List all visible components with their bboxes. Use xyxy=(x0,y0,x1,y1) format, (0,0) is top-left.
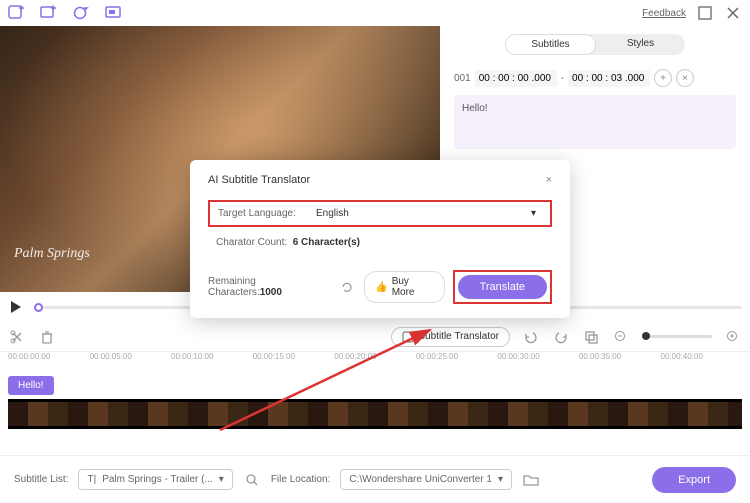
new-file-icon[interactable] xyxy=(8,4,26,22)
subtitle-index: 001 xyxy=(454,73,471,84)
subtitle-tabs: Subtitles Styles xyxy=(505,34,685,55)
subtitle-text-area[interactable]: Hello! xyxy=(454,95,736,149)
close-icon[interactable] xyxy=(724,4,742,22)
char-count-value: 6 Character(s) xyxy=(293,237,360,248)
chevron-down-icon: ▾ xyxy=(498,474,503,485)
modal-close-button[interactable]: × xyxy=(546,174,552,186)
zoom-slider[interactable] xyxy=(642,335,712,338)
search-icon[interactable] xyxy=(243,471,261,489)
chevron-down-icon: ▾ xyxy=(531,208,536,219)
subtitle-list-label: Subtitle List: xyxy=(14,474,68,485)
refresh-icon[interactable] xyxy=(72,4,90,22)
char-count-label: Charator Count: xyxy=(216,237,287,248)
refresh-count-icon[interactable] xyxy=(339,278,357,296)
chevron-down-icon: ▾ xyxy=(219,474,224,485)
target-language-select[interactable]: English ▾ xyxy=(310,208,542,219)
add-media-icon[interactable] xyxy=(40,4,58,22)
thumbs-up-icon: 👍 xyxy=(375,282,387,293)
undo-icon[interactable] xyxy=(522,328,540,346)
subtitle-list-select[interactable]: T| Palm Springs - Trailer (... ▾ xyxy=(78,469,232,490)
export-button[interactable]: Export xyxy=(652,467,736,493)
folder-icon[interactable] xyxy=(522,471,540,489)
subtitle-translator-button[interactable]: Subtitle Translator xyxy=(391,327,510,347)
trash-icon[interactable] xyxy=(38,328,56,346)
file-location-select[interactable]: C:\Wondershare UniConverter 1 ▾ xyxy=(340,469,512,490)
file-location-label: File Location: xyxy=(271,474,330,485)
preview-watermark: Palm Springs xyxy=(14,246,90,262)
remaining-chars: Remaining Characters:1000 xyxy=(208,276,331,298)
target-language-label: Target Language: xyxy=(218,208,310,219)
video-track[interactable] xyxy=(8,399,742,429)
tab-subtitles[interactable]: Subtitles xyxy=(505,34,596,55)
screen-icon[interactable] xyxy=(104,4,122,22)
cut-icon[interactable] xyxy=(8,328,26,346)
add-subtitle-button[interactable]: + xyxy=(654,69,672,87)
copy-icon[interactable] xyxy=(582,328,600,346)
redo-icon[interactable] xyxy=(552,328,570,346)
time-end-input[interactable] xyxy=(568,70,650,87)
timeline-ruler: 00:00:00:00 00:00:05:00 00:00:10:00 00:0… xyxy=(0,352,750,372)
buy-more-button[interactable]: 👍 Buy More xyxy=(364,271,444,303)
time-separator: - xyxy=(561,73,564,84)
zoom-out-icon[interactable] xyxy=(612,328,630,346)
maximize-icon[interactable] xyxy=(696,4,714,22)
subtitle-chip[interactable]: Hello! xyxy=(8,376,54,395)
ai-translator-modal: AI Subtitle Translator × Target Language… xyxy=(190,160,570,318)
zoom-in-icon[interactable] xyxy=(724,328,742,346)
feedback-link[interactable]: Feedback xyxy=(642,8,686,19)
delete-subtitle-button[interactable]: × xyxy=(676,69,694,87)
translate-icon xyxy=(402,331,414,343)
play-button[interactable] xyxy=(8,299,24,315)
modal-title: AI Subtitle Translator xyxy=(208,174,310,186)
time-start-input[interactable] xyxy=(475,70,557,87)
tab-styles[interactable]: Styles xyxy=(596,34,685,55)
translate-button[interactable]: Translate xyxy=(458,275,547,299)
text-file-icon: T| xyxy=(87,474,96,485)
